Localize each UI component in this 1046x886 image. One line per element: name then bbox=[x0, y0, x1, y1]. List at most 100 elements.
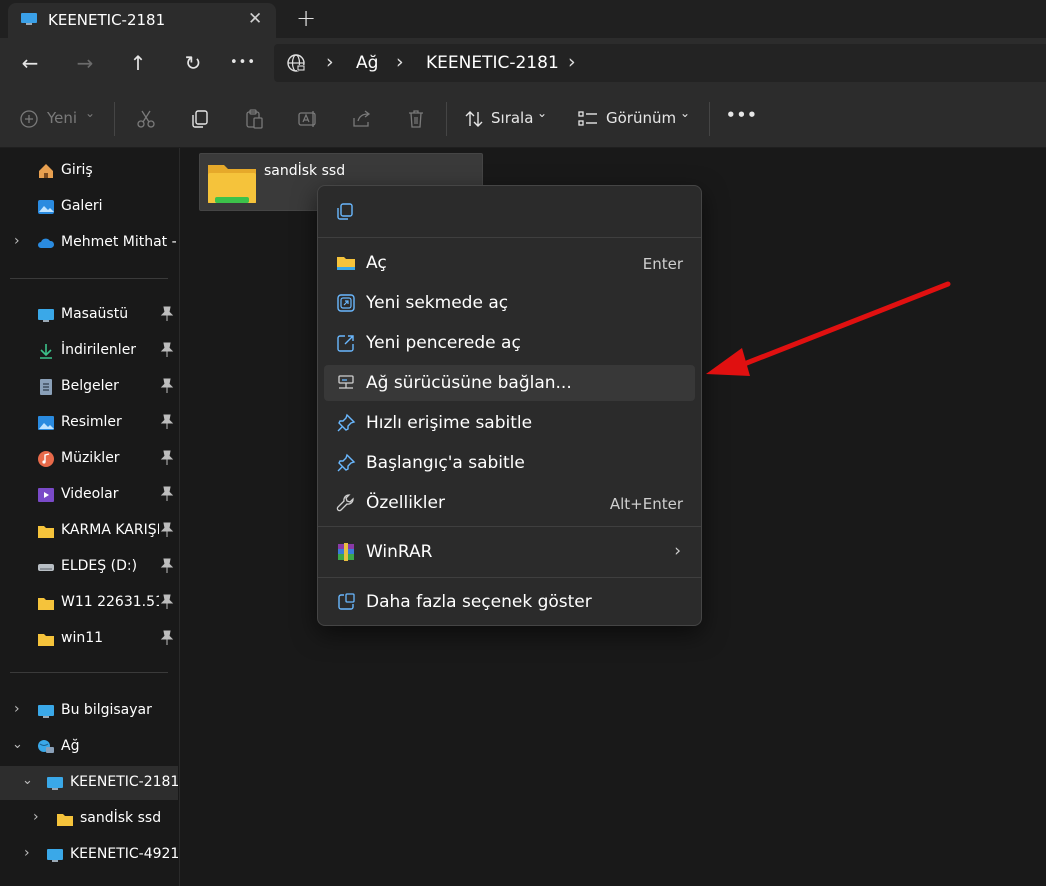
new-tab-button[interactable]: + bbox=[296, 4, 316, 32]
sidebar-item-win11[interactable]: win11 bbox=[0, 622, 178, 656]
view-label: Görünüm bbox=[606, 109, 677, 127]
chevron-right-icon[interactable]: › bbox=[14, 233, 20, 249]
menu-item-pin-quick-access[interactable]: Hızlı erişime sabitle bbox=[324, 405, 695, 441]
chevron-right-icon[interactable]: › bbox=[326, 51, 334, 73]
address-bar[interactable]: › Ağ › KEENETIC-2181 › bbox=[274, 44, 1046, 82]
tab-title: KEENETIC-2181 bbox=[48, 11, 166, 29]
sidebar-item-documents[interactable]: Belgeler bbox=[0, 370, 178, 404]
menu-item-winrar[interactable]: WinRAR › bbox=[324, 534, 695, 570]
globe-icon bbox=[287, 54, 305, 72]
sidebar-item-karma[interactable]: KARMA KARIŞI bbox=[0, 514, 178, 548]
new-tab-icon bbox=[337, 294, 355, 312]
sidebar-item-label: sandİsk ssd bbox=[80, 810, 162, 826]
pin-icon[interactable] bbox=[160, 414, 174, 430]
sidebar-item-sandisk-ssd[interactable]: › sandİsk ssd bbox=[0, 802, 178, 836]
sidebar-item-desktop[interactable]: Masaüstü bbox=[0, 298, 178, 332]
sidebar-item-this-pc[interactable]: › Bu bilgisayar bbox=[0, 694, 178, 728]
chevron-right-icon[interactable]: › bbox=[33, 809, 39, 825]
menu-item-shortcut: Enter bbox=[642, 255, 683, 273]
sidebar-item-label: Giriş bbox=[61, 162, 93, 178]
divider bbox=[318, 526, 701, 527]
show-more-options-icon bbox=[338, 593, 355, 610]
menu-item-properties[interactable]: Özellikler Alt+Enter bbox=[324, 485, 695, 521]
pin-icon[interactable] bbox=[160, 306, 174, 322]
copy-icon[interactable] bbox=[189, 108, 211, 130]
sidebar-item-onedrive[interactable]: › Mehmet Mithat - bbox=[0, 226, 178, 260]
chevron-right-icon[interactable]: › bbox=[14, 701, 20, 717]
sidebar-item-drive-d[interactable]: ELDEŞ (D:) bbox=[0, 550, 178, 584]
pin-icon[interactable] bbox=[160, 378, 174, 394]
folder-icon bbox=[38, 634, 54, 646]
up-button[interactable]: ↑ bbox=[122, 49, 154, 77]
context-quick-actions bbox=[318, 186, 701, 238]
more-options-button[interactable]: ••• bbox=[726, 106, 758, 130]
back-button[interactable]: ← bbox=[14, 49, 46, 77]
menu-item-label: Özellikler bbox=[366, 493, 445, 513]
menu-item-shortcut: Alt+Enter bbox=[609, 495, 683, 513]
folder-name: sandİsk ssd bbox=[264, 163, 346, 179]
context-menu: Aç Enter Yeni sekmede aç Yeni pencerede … bbox=[317, 185, 702, 626]
new-window-icon bbox=[337, 335, 354, 352]
refresh-button[interactable]: ↻ bbox=[177, 49, 209, 77]
more-nav-button[interactable]: ••• bbox=[227, 49, 259, 77]
videos-icon bbox=[38, 488, 54, 502]
tab-keenetic[interactable]: KEENETIC-2181 ✕ bbox=[8, 3, 276, 38]
pin-icon bbox=[337, 453, 356, 472]
home-icon bbox=[39, 164, 53, 178]
pin-icon[interactable] bbox=[160, 558, 174, 574]
share-icon[interactable] bbox=[351, 108, 373, 130]
menu-item-label: Yeni sekmede aç bbox=[366, 293, 509, 313]
chevron-down-icon[interactable]: ⌄ bbox=[12, 737, 23, 752]
menu-item-open-new-window[interactable]: Yeni pencerede aç bbox=[324, 325, 695, 361]
forward-button[interactable]: → bbox=[69, 49, 101, 77]
breadcrumb-network[interactable]: Ağ bbox=[356, 53, 378, 73]
pin-icon[interactable] bbox=[160, 522, 174, 538]
sidebar-item-label: KEENETIC-2181 bbox=[70, 774, 178, 790]
cut-icon[interactable] bbox=[135, 108, 157, 130]
sidebar-item-label: KEENETIC-4921 bbox=[70, 846, 178, 862]
chevron-right-icon[interactable]: › bbox=[396, 51, 404, 73]
breadcrumb-keenetic[interactable]: KEENETIC-2181 bbox=[426, 53, 559, 73]
copy-icon[interactable] bbox=[335, 202, 355, 222]
sidebar-item-label: Belgeler bbox=[61, 378, 119, 394]
chevron-down-icon[interactable]: ⌄ bbox=[22, 773, 33, 788]
chevron-right-icon[interactable]: › bbox=[24, 845, 30, 861]
sidebar-item-label: Galeri bbox=[61, 198, 103, 214]
delete-icon[interactable] bbox=[405, 108, 427, 130]
sidebar-item-network[interactable]: ⌄ Ağ bbox=[0, 730, 178, 764]
menu-item-map-network-drive[interactable]: Ağ sürücüsüne bağlan... bbox=[324, 365, 695, 401]
sidebar-item-label: Videolar bbox=[61, 486, 119, 502]
divider bbox=[709, 102, 710, 136]
close-icon[interactable]: ✕ bbox=[248, 9, 262, 29]
sidebar-item-label: Ağ bbox=[61, 738, 80, 754]
pin-icon[interactable] bbox=[160, 630, 174, 646]
sidebar-item-label: Müzikler bbox=[61, 450, 120, 466]
pin-icon[interactable] bbox=[160, 450, 174, 466]
sidebar-item-downloads[interactable]: İndirilenler bbox=[0, 334, 178, 368]
folder-open-icon bbox=[337, 257, 355, 270]
menu-item-pin-start[interactable]: Başlangıç'a sabitle bbox=[324, 445, 695, 481]
music-icon bbox=[38, 451, 54, 467]
sidebar-item-pictures[interactable]: Resimler bbox=[0, 406, 178, 440]
pin-icon[interactable] bbox=[160, 594, 174, 610]
pin-icon[interactable] bbox=[160, 486, 174, 502]
menu-item-show-more-options[interactable]: Daha fazla seçenek göster bbox=[324, 584, 695, 620]
chevron-right-icon[interactable]: › bbox=[568, 51, 576, 73]
paste-icon[interactable] bbox=[243, 108, 265, 130]
sidebar-item-w11[interactable]: W11 22631.518 bbox=[0, 586, 178, 620]
folder-icon bbox=[38, 526, 54, 538]
sidebar-item-label: İndirilenler bbox=[61, 342, 137, 358]
sidebar-item-keenetic-2181[interactable]: ⌄ KEENETIC-2181 bbox=[0, 766, 178, 800]
sidebar-item-music[interactable]: Müzikler bbox=[0, 442, 178, 476]
sidebar-item-keenetic-4921[interactable]: › KEENETIC-4921 bbox=[0, 838, 178, 872]
sidebar-item-home[interactable]: Giriş bbox=[0, 154, 178, 188]
menu-item-open[interactable]: Aç Enter bbox=[324, 245, 695, 281]
menu-item-open-new-tab[interactable]: Yeni sekmede aç bbox=[324, 285, 695, 321]
new-label: Yeni bbox=[47, 109, 78, 127]
pin-icon[interactable] bbox=[160, 342, 174, 358]
sidebar-item-label: win11 bbox=[61, 630, 104, 646]
sidebar-item-gallery[interactable]: Galeri bbox=[0, 190, 178, 224]
rename-icon[interactable] bbox=[297, 108, 319, 130]
sort-label: Sırala bbox=[491, 109, 534, 127]
sidebar-item-videos[interactable]: Videolar bbox=[0, 478, 178, 512]
